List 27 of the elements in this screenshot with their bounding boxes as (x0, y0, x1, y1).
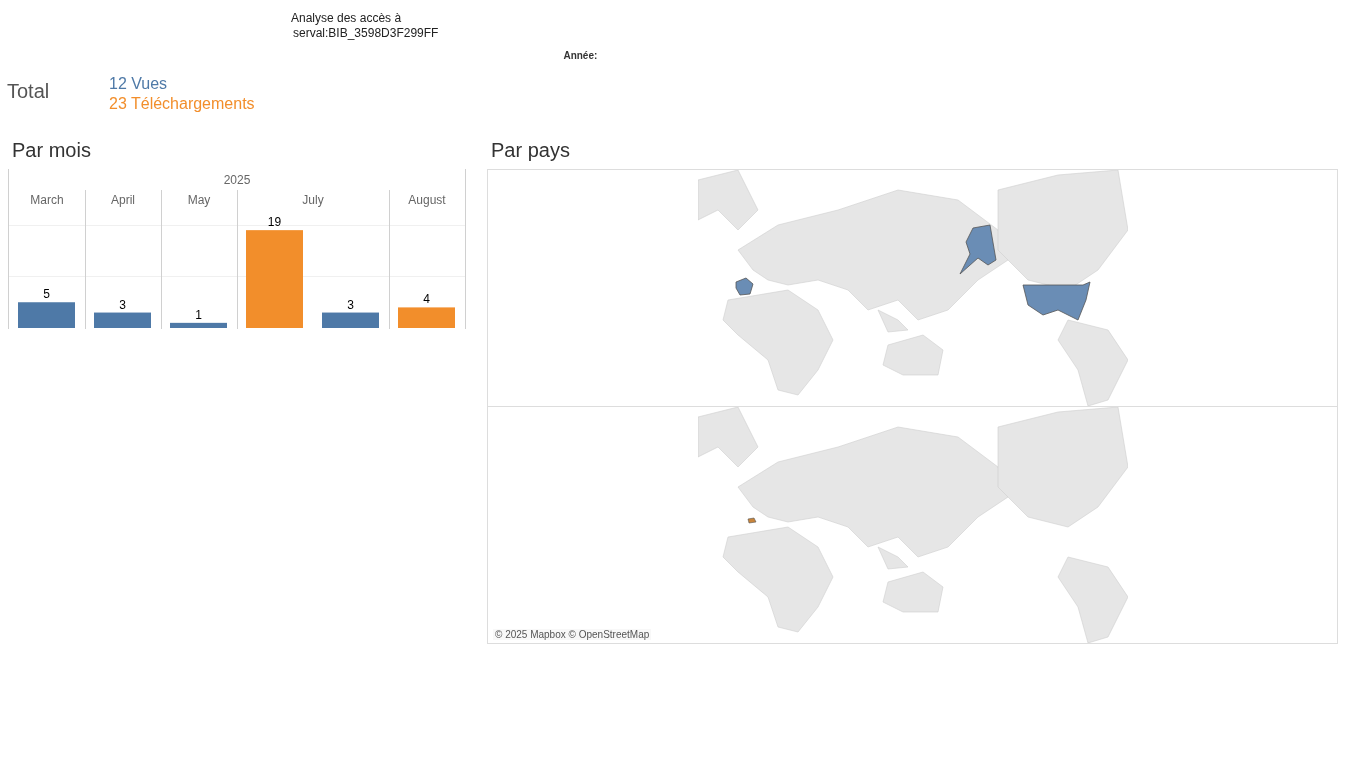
year-header: 2025 (223, 173, 251, 187)
month-header: July (302, 193, 324, 207)
bar (170, 322, 227, 328)
month-header: April (111, 193, 135, 207)
bar (398, 307, 455, 328)
bar-value: 1 (195, 307, 202, 322)
downloads-total: 23 Téléchargements (109, 94, 255, 114)
bar (18, 302, 75, 328)
report-title: Analyse des accès à (291, 11, 403, 26)
views-total: 12 Vues (109, 74, 169, 94)
map-attribution: © 2025 Mapbox © OpenStreetMap (493, 629, 652, 640)
bar-value: 19 (267, 215, 282, 230)
bar (94, 312, 151, 328)
bar-value: 4 (423, 292, 430, 307)
bar-value: 5 (43, 287, 50, 302)
year-filter-label: Année: (563, 50, 598, 61)
section-title: Par pays (490, 139, 571, 163)
bar-value: 3 (119, 297, 126, 312)
bar (322, 312, 379, 328)
month-header: May (187, 193, 211, 207)
highlighted-country-drawing (747, 517, 756, 524)
month-header: March (30, 193, 64, 207)
bar-value: 3 (347, 297, 354, 312)
total-label: Total (7, 79, 51, 104)
month-header: August (408, 193, 446, 207)
report-title: serval:BIB_3598D3F299FF (292, 26, 439, 41)
section-title: Par mois (11, 139, 92, 163)
